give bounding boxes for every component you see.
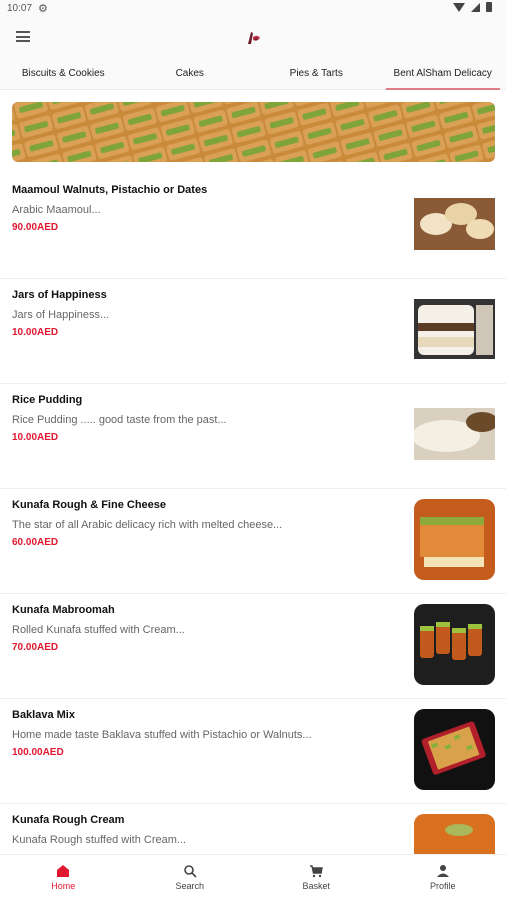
wifi-icon <box>453 2 465 12</box>
bottom-navigation: Home Search Basket Profile <box>0 854 506 900</box>
item-description: Kunafa Rough stuffed with Cream... <box>12 834 187 846</box>
brand-logo <box>248 32 260 44</box>
signal-icon <box>471 2 480 12</box>
tab-bent-alsham-delicacy[interactable]: Bent AlSham Delicacy <box>380 58 506 90</box>
item-image <box>414 814 495 854</box>
item-price: 10.00AED <box>12 432 59 443</box>
item-name: Kunafa Rough & Fine Cheese <box>12 499 167 511</box>
item-price: 100.00AED <box>12 747 64 758</box>
product-list[interactable]: Maamoul Walnuts, Pistachio or Dates Arab… <box>0 90 506 854</box>
status-time: 10:07 <box>7 3 33 14</box>
list-item[interactable]: Kunafa Rough & Fine Cheese The star of a… <box>0 489 506 594</box>
tab-cakes[interactable]: Cakes <box>127 58 254 89</box>
item-image <box>414 289 495 370</box>
item-description: Jars of Happiness... <box>12 309 110 321</box>
list-item[interactable]: Kunafa Mabroomah Rolled Kunafa stuffed w… <box>0 594 506 699</box>
item-image <box>414 709 495 790</box>
nav-home-label: Home <box>51 881 76 891</box>
item-description: Home made taste Baklava stuffed with Pis… <box>12 729 312 741</box>
nav-profile[interactable]: Profile <box>380 855 506 900</box>
banner-image <box>12 102 495 162</box>
nav-basket-label: Basket <box>302 881 330 891</box>
battery-icon <box>486 2 492 12</box>
item-name: Kunafa Rough Cream <box>12 814 125 826</box>
item-image <box>414 394 495 475</box>
item-image <box>414 604 495 685</box>
menu-icon[interactable] <box>16 31 30 42</box>
item-description: Rolled Kunafa stuffed with Cream... <box>12 624 185 636</box>
item-price: 70.00AED <box>12 642 59 653</box>
app-bar <box>0 18 506 58</box>
nav-search[interactable]: Search <box>127 855 254 900</box>
item-description: The star of all Arabic delicacy rich wit… <box>12 519 283 531</box>
item-name: Jars of Happiness <box>12 289 107 301</box>
tab-pies-tarts[interactable]: Pies & Tarts <box>253 58 380 89</box>
category-tabs: Biscuits & Cookies Cakes Pies & Tarts Be… <box>0 58 506 90</box>
item-price: 90.00AED <box>12 222 59 233</box>
item-name: Kunafa Mabroomah <box>12 604 115 616</box>
item-description: Rice Pudding ..... good taste from the p… <box>12 414 227 426</box>
system-icons <box>453 2 492 12</box>
profile-icon <box>436 865 449 877</box>
item-price: 10.00AED <box>12 327 59 338</box>
item-name: Rice Pudding <box>12 394 83 406</box>
nav-home[interactable]: Home <box>0 855 127 900</box>
search-icon <box>183 865 197 878</box>
nav-search-label: Search <box>175 881 205 891</box>
item-description: Arabic Maamoul... <box>12 204 101 216</box>
item-image <box>414 499 495 580</box>
item-price: 60.00AED <box>12 537 59 548</box>
list-item[interactable]: Rice Pudding Rice Pudding ..... good tas… <box>0 384 506 489</box>
home-icon <box>57 865 70 877</box>
nav-basket[interactable]: Basket <box>253 855 380 900</box>
list-item[interactable]: Jars of Happiness Jars of Happiness... 1… <box>0 279 506 384</box>
item-name: Baklava Mix <box>12 709 75 721</box>
status-bar: 10:07 ⚙ <box>0 0 506 18</box>
basket-icon <box>310 865 324 878</box>
item-image <box>414 184 495 265</box>
nav-profile-label: Profile <box>429 881 456 891</box>
list-item[interactable]: Baklava Mix Home made taste Baklava stuf… <box>0 699 506 804</box>
gear-icon: ⚙ <box>38 3 48 15</box>
tab-biscuits-cookies[interactable]: Biscuits & Cookies <box>0 58 127 89</box>
list-item[interactable]: Kunafa Rough Cream Kunafa Rough stuffed … <box>0 804 506 854</box>
item-name: Maamoul Walnuts, Pistachio or Dates <box>12 184 208 196</box>
list-item[interactable]: Maamoul Walnuts, Pistachio or Dates Arab… <box>0 174 506 279</box>
